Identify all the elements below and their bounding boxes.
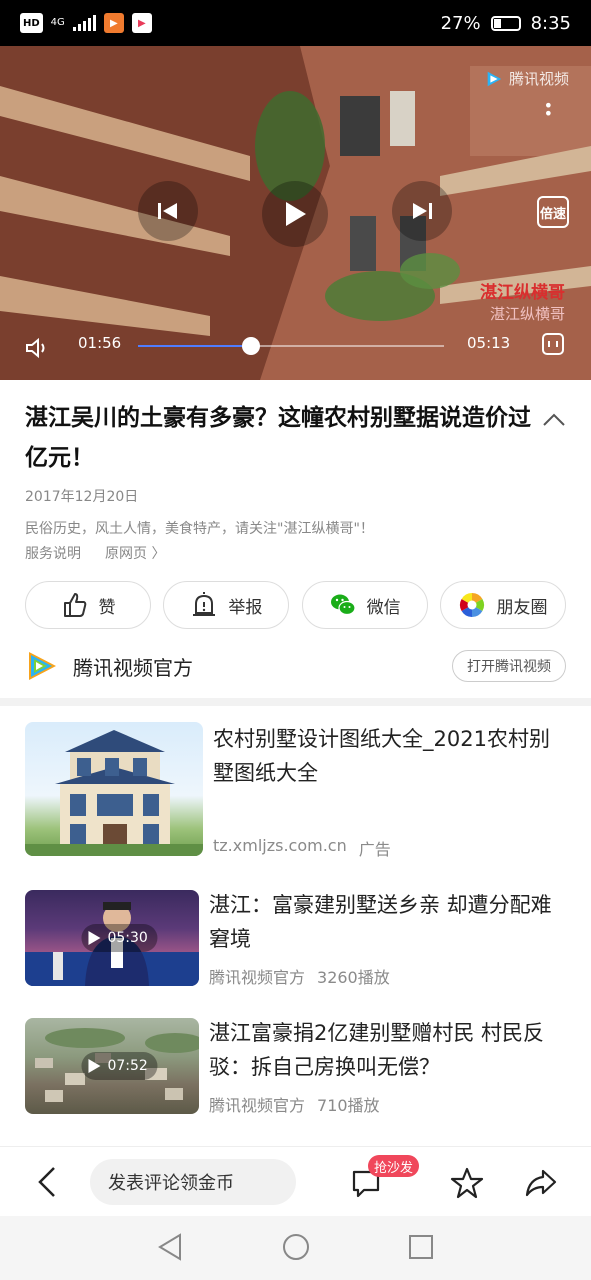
clock: 8:35 [530,12,571,34]
rec-author: 腾讯视频官方 [209,968,306,987]
report-icon [193,592,216,616]
rec-title[interactable]: 农村别墅设计图纸大全_2021农村别墅图纸大全 [213,722,563,790]
duration-badge: 07:52 [81,1052,158,1080]
bottom-toolbar: 发表评论领金币 抢沙发 [0,1146,591,1216]
article-title-block: 湛江吴川的土豪有多豪？这幢农村别墅据说造价过亿元！ [25,398,535,478]
nav-recents-icon[interactable] [407,1232,435,1262]
section-divider [0,698,591,706]
like-label: 赞 [98,597,116,618]
previous-icon [158,203,177,219]
original-page-link[interactable]: 原网页 〉 [105,543,165,563]
play-icon [286,202,306,226]
player-controls: 01:56 05:13 [0,310,591,380]
list-item[interactable]: 农村别墅设计图纸大全_2021农村别墅图纸大全 tz.xmljzs.com.cn… [25,722,566,860]
rec-author: 腾讯视频官方 [209,1096,306,1115]
signal-icon [72,15,96,31]
volume-icon[interactable] [25,337,51,359]
rec-plays: 3260播放 [317,968,390,987]
network-indicator: 4G [50,17,65,28]
status-bar: HD 4G ▶ ▶ 27% 8:35 [0,0,591,46]
moments-label: 朋友圈 [496,597,548,618]
ad-thumbnail [25,722,203,856]
moments-share-button[interactable]: 朋友圈 [439,581,566,629]
system-navigation-bar [0,1216,591,1280]
nav-back-icon[interactable] [156,1232,184,1262]
play-button[interactable] [262,181,328,247]
rec-plays: 710播放 [317,1096,380,1115]
action-buttons-row: 赞 举报 微信 朋友圈 [25,581,566,629]
share-arrow-icon[interactable] [524,1166,558,1200]
more-options-icon[interactable]: • • [544,98,553,122]
favorite-star-icon[interactable] [450,1166,484,1200]
rec-title[interactable]: 湛江富豪捐2亿建别墅赠村民 村民反驳：拆自己房换叫无偿？ [209,1016,566,1084]
thumbs-up-icon [63,593,86,617]
playback-speed-button[interactable]: 倍速 [537,196,569,228]
list-item[interactable]: 05:30 湛江：富豪建别墅送乡亲 却遭分配难窘境 腾讯视频官方 3260播放 [25,888,566,988]
tencent-video-watermark: 腾讯视频 [485,68,569,89]
like-button[interactable]: 赞 [25,581,151,629]
total-time: 05:13 [467,334,511,352]
battery-percent: 27% [440,12,481,34]
current-time: 01:56 [78,334,122,352]
ad-tag: 广告 [358,840,391,859]
seek-bar-played [138,345,252,347]
wechat-label: 微信 [366,597,401,618]
article-description: 民俗历史，风土人情，美食特产，请关注"湛江纵横哥"！ [25,521,374,537]
video-thumbnail: 05:30 [25,890,199,986]
wechat-icon [330,594,356,616]
previous-button[interactable] [138,181,198,241]
source-row: 腾讯视频官方 打开腾讯视频 [25,646,566,686]
hd-indicator: HD [20,13,43,33]
villa-image [25,730,203,856]
play-icon [88,1059,101,1073]
moments-icon [460,593,485,617]
tencent-video-logo-icon [487,71,502,86]
source-name[interactable]: 腾讯视频官方 [73,652,193,681]
tencent-video-logo-icon[interactable] [25,649,59,683]
report-button[interactable]: 举报 [163,581,290,629]
rec-meta: 腾讯视频官方 710播放 [209,1092,380,1116]
publish-date: 2017年12月20日 [25,489,139,505]
fullscreen-icon[interactable] [541,332,565,356]
comment-input[interactable]: 发表评论领金币 [90,1159,296,1205]
rec-title[interactable]: 湛江：富豪建别墅送乡亲 却遭分配难窘境 [209,888,566,956]
article-title: 湛江吴川的土豪有多豪？这幢农村别墅据说造价过亿元！ [25,405,531,471]
collapse-chevron-icon[interactable] [542,410,566,430]
back-arrow-icon[interactable] [34,1165,60,1199]
seek-handle[interactable] [242,337,261,355]
meta-links: 服务说明 原网页 〉 [25,543,165,563]
rec-meta: tz.xmljzs.com.cn 广告 [213,836,391,860]
notification-video-icon: ▶ [131,13,152,33]
duration-badge: 05:30 [81,924,158,952]
first-comment-badge[interactable]: 抢沙发 [368,1155,420,1177]
open-tencent-video-button[interactable]: 打开腾讯视频 [452,650,566,682]
next-button[interactable] [392,181,452,241]
notification-app-icon: ▶ [103,13,124,33]
rec-meta: 腾讯视频官方 3260播放 [209,964,390,988]
video-player[interactable]: 腾讯视频 • • 倍速 湛江纵横哥 湛江纵横哥 01:56 05:13 [0,46,591,380]
video-thumbnail: 07:52 [25,1018,199,1114]
seek-bar[interactable] [138,337,444,355]
report-label: 举报 [228,597,263,618]
service-info-link[interactable]: 服务说明 [25,543,81,563]
next-icon [413,203,432,219]
wechat-share-button[interactable]: 微信 [301,581,428,629]
list-item[interactable]: 07:52 湛江富豪捐2亿建别墅赠村民 村民反驳：拆自己房换叫无偿？ 腾讯视频官… [25,1016,566,1116]
battery-icon [490,15,521,31]
play-icon [88,931,101,945]
nav-home-icon[interactable] [281,1232,311,1262]
ad-domain: tz.xmljzs.com.cn [213,836,347,855]
